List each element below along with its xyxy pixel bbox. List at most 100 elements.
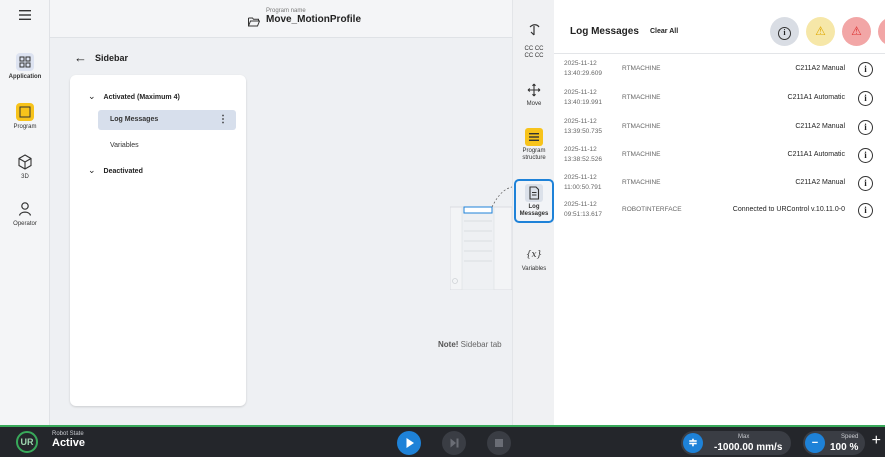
menu-button[interactable]	[0, 6, 50, 26]
stop-icon	[495, 439, 503, 447]
step-button[interactable]	[442, 431, 466, 455]
log-row[interactable]: 2025-11-12 11:00:50.791 RTMACHINE C211A2 …	[554, 170, 885, 198]
log-row[interactable]: 2025-11-12 13:40:19.991 RTMACHINE C211A1 …	[554, 85, 885, 113]
nav-program[interactable]: Program	[0, 103, 50, 131]
chevron-down-icon: ⌄	[88, 165, 96, 175]
program-name-value: Move_MotionProfile	[266, 14, 362, 25]
nav-application-label: Application	[8, 74, 42, 80]
program-name-field[interactable]: Program name Move_MotionProfile	[248, 8, 362, 27]
log-row[interactable]: 2025-11-12 09:51:13.617 ROBOTINTERFACE Co…	[554, 197, 885, 225]
filter-warning-button[interactable]: ⚠	[806, 17, 835, 46]
tool-log-messages-label: Log Messages	[519, 204, 549, 217]
log-title: Log Messages	[570, 26, 639, 37]
info-icon[interactable]: i	[858, 62, 873, 77]
program-structure-icon	[525, 128, 543, 146]
info-icon[interactable]: i	[858, 148, 873, 163]
stop-button[interactable]	[487, 431, 511, 455]
log-source: ROBOTINTERFACE	[622, 206, 682, 213]
minus-icon[interactable]: −	[805, 433, 825, 453]
deactivated-group-label: Deactivated	[103, 168, 143, 175]
tool-program-structure-label: Program structure	[522, 148, 546, 161]
log-message: C211A2 Manual	[795, 123, 845, 130]
log-messages-icon	[525, 184, 543, 202]
back-arrow-icon[interactable]: ←	[74, 50, 87, 65]
log-header: Log Messages Clear All i ⚠ ⚠ ⓘ	[554, 0, 885, 54]
note-text: Sidebar tab	[458, 340, 502, 349]
log-row[interactable]: 2025-11-12 13:40:29.609 RTMACHINE C211A2 …	[554, 56, 885, 84]
info-icon[interactable]: i	[858, 203, 873, 218]
program-icon	[16, 103, 34, 121]
info-icon[interactable]: i	[858, 120, 873, 135]
folder-open-icon	[248, 17, 260, 27]
chevron-down-icon: ⌄	[88, 91, 96, 101]
log-timestamp: 2025-11-12 13:40:29.609	[564, 60, 602, 77]
kebab-menu-icon[interactable]: ⋮	[218, 110, 228, 130]
speed-control[interactable]: − Speed 100 %	[803, 431, 865, 455]
log-message: C211A1 Automatic	[787, 94, 845, 101]
log-message: Connected to URControl v.10.11.0-0	[732, 206, 845, 213]
info-icon[interactable]: i	[858, 176, 873, 191]
info-icon: i	[778, 27, 791, 40]
log-messages-panel: Log Messages Clear All i ⚠ ⚠ ⓘ 2025-11-1…	[554, 0, 885, 425]
note-label: Note!	[438, 340, 459, 349]
tool-variables-label: Variables	[521, 266, 547, 272]
error-icon: ⚠	[851, 24, 862, 38]
grid-icon	[16, 53, 34, 71]
variables-icon: {x}	[525, 250, 543, 260]
tool-variables[interactable]: {x} Variables	[513, 246, 554, 273]
sidebar-tool-strip: CC CC CC CC Move Program structure Log M…	[512, 0, 554, 425]
plus-icon[interactable]: +	[872, 433, 881, 449]
sidebar-item-variables[interactable]: Variables	[98, 136, 236, 156]
move-icon	[527, 83, 541, 97]
log-row[interactable]: 2025-11-12 13:39:50.735 RTMACHINE C211A2 …	[554, 114, 885, 142]
robot-state[interactable]: Robot State Active	[52, 431, 85, 449]
log-source: RTMACHINE	[622, 94, 661, 101]
max-speed-control[interactable]: ≑ Max -1000.00 mm/s	[681, 431, 791, 455]
deactivated-group-header[interactable]: ⌄ Deactivated	[88, 165, 143, 176]
person-icon	[18, 202, 32, 216]
speed-value: 100 %	[830, 442, 859, 453]
sidebar-illustration	[450, 186, 512, 290]
log-timestamp: 2025-11-12 09:51:13.617	[564, 201, 602, 218]
nav-3d-label: 3D	[21, 174, 29, 180]
tool-program-structure[interactable]: Program structure	[513, 128, 554, 162]
sidebar-item-label: Log Messages	[110, 116, 159, 123]
activated-group-header[interactable]: ⌄ Activated (Maximum 4)	[88, 91, 180, 102]
sidebar-item-log-messages[interactable]: Log Messages ⋮	[98, 110, 236, 130]
ur-logo-icon[interactable]: UR	[16, 431, 38, 453]
clear-all-button[interactable]: Clear All	[650, 28, 678, 35]
log-source: RTMACHINE	[622, 123, 661, 130]
nav-application[interactable]: Application	[0, 53, 50, 81]
step-icon	[450, 438, 459, 448]
log-timestamp: 2025-11-12 13:38:52.526	[564, 146, 602, 163]
max-value: -1000.00 mm/s	[714, 442, 783, 453]
tool-move-label: Move	[526, 101, 542, 107]
max-caption: Max	[738, 434, 750, 440]
log-source: RTMACHINE	[622, 151, 661, 158]
log-message: C211A2 Manual	[795, 65, 845, 72]
tool-move[interactable]: Move	[513, 81, 554, 108]
cc-icon: CC CC CC CC	[524, 46, 544, 59]
tool-cc[interactable]: CC CC CC CC	[513, 46, 554, 60]
nav-3d[interactable]: 3D	[0, 153, 50, 181]
log-row[interactable]: 2025-11-12 13:38:52.526 RTMACHINE C211A1 …	[554, 142, 885, 170]
page-title-row: ← Sidebar	[74, 50, 128, 65]
nav-operator[interactable]: Operator	[0, 200, 50, 228]
hamburger-menu-icon	[19, 10, 31, 20]
tool-log-messages[interactable]: Log Messages	[514, 179, 554, 223]
filter-fault-button[interactable]: ⓘ	[878, 17, 885, 46]
log-message: C211A1 Automatic	[787, 151, 845, 158]
log-timestamp: 2025-11-12 11:00:50.791	[564, 174, 602, 191]
log-timestamp: 2025-11-12 13:39:50.735	[564, 118, 602, 135]
sliders-icon: ≑	[683, 433, 703, 453]
nav-program-label: Program	[13, 124, 37, 130]
filter-error-button[interactable]: ⚠	[842, 17, 871, 46]
log-source: RTMACHINE	[622, 179, 661, 186]
tool-pointer[interactable]	[513, 21, 554, 41]
sidebar-config-card: ⌄ Activated (Maximum 4) Log Messages ⋮ Va…	[70, 75, 246, 406]
info-icon[interactable]: i	[858, 91, 873, 106]
filter-info-button[interactable]: i	[770, 17, 799, 46]
nav-rail: Application Program 3D Operator	[0, 0, 50, 425]
play-button[interactable]	[397, 431, 421, 455]
log-timestamp: 2025-11-12 13:40:19.991	[564, 89, 602, 106]
